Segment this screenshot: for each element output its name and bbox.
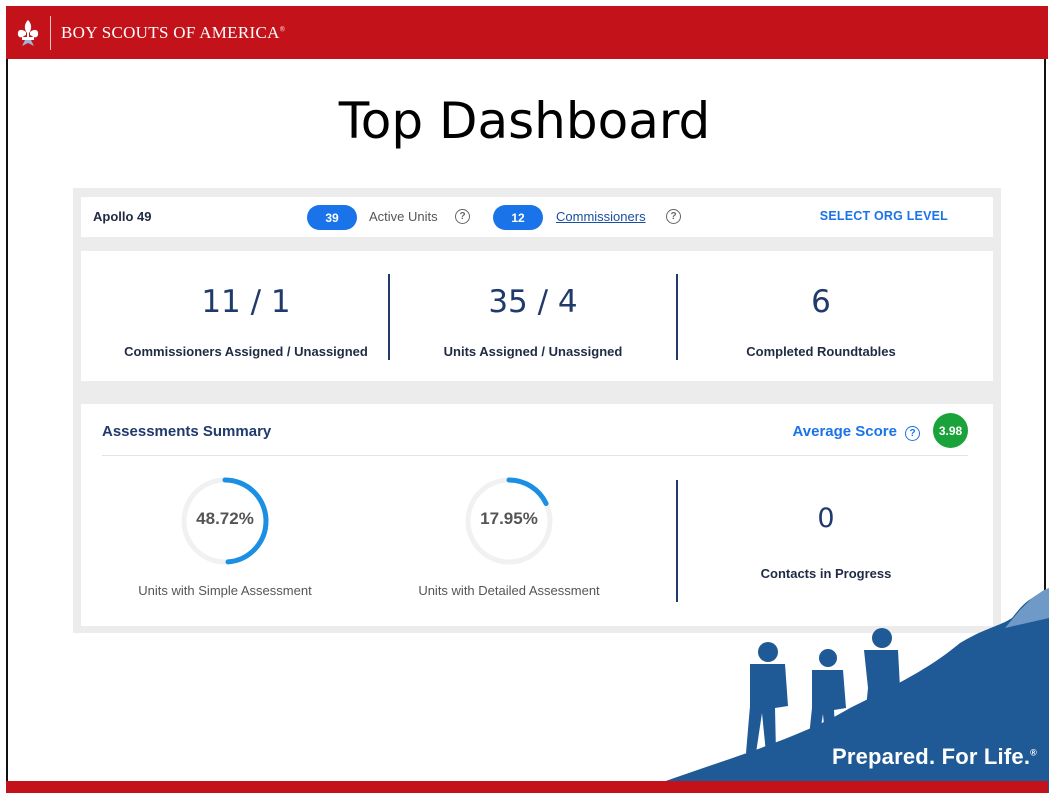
simple-assessment-label: Units with Simple Assessment	[138, 583, 312, 598]
stat-roundtables: 6 Completed Roundtables	[676, 251, 966, 359]
tagline-registered-mark: ®	[1030, 747, 1037, 758]
active-units-count-badge[interactable]: 39	[307, 205, 357, 230]
detailed-assessment-gauge: 17.95%	[464, 476, 554, 566]
dashboard-screenshot: Apollo 49 39 Active Units ? 12 Commissio…	[73, 188, 1001, 633]
brand-registered-mark: ®	[279, 24, 286, 33]
contacts-in-progress-label: Contacts in Progress	[760, 566, 892, 581]
commissioners-link[interactable]: Commissioners	[556, 209, 646, 224]
stat-value: 11 / 1	[201, 284, 291, 320]
active-units-help-icon[interactable]: ?	[455, 209, 470, 224]
brand-name: BOY SCOUTS OF AMERICA®	[61, 23, 285, 43]
stat-label: Commissioners Assigned / Unassigned	[124, 344, 368, 359]
summary-stats-card: 11 / 1 Commissioners Assigned / Unassign…	[81, 251, 993, 381]
assessment-divider	[676, 480, 678, 602]
banner-divider	[50, 15, 51, 50]
simple-assessment-percent: 48.72%	[196, 509, 254, 528]
select-org-level-button[interactable]: SELECT ORG LEVEL	[820, 209, 948, 223]
average-score-badge: 3.98	[933, 413, 968, 448]
tagline-text: Prepared. For Life.	[831, 744, 1031, 769]
stat-commissioners: 11 / 1 Commissioners Assigned / Unassign…	[101, 251, 391, 359]
brand-name-text: BOY SCOUTS OF AMERICA	[61, 22, 280, 42]
contacts-in-progress-value: 0	[817, 503, 835, 534]
stat-value: 6	[811, 284, 831, 320]
commissioners-count-badge[interactable]: 12	[493, 205, 543, 230]
bottom-brand-bar	[6, 781, 1048, 793]
slide-title: Top Dashboard	[338, 92, 711, 150]
assessments-title: Assessments Summary	[102, 423, 272, 440]
stat-label: Units Assigned / Unassigned	[443, 344, 623, 359]
simple-assessment-gauge: 48.72%	[180, 476, 270, 566]
section-divider	[102, 455, 968, 456]
average-score-label[interactable]: Average Score	[792, 423, 897, 440]
fleur-de-lis-icon	[17, 19, 39, 46]
brand-banner: BOY SCOUTS OF AMERICA®	[6, 6, 1048, 59]
stat-value: 35 / 4	[488, 284, 578, 320]
stat-label: Completed Roundtables	[746, 344, 896, 359]
tagline: Prepared. For Life.®	[832, 744, 1037, 770]
org-header-bar: Apollo 49 39 Active Units ? 12 Commissio…	[81, 197, 993, 237]
org-name: Apollo 49	[93, 209, 152, 224]
active-units-label: Active Units	[369, 209, 438, 224]
commissioners-help-icon[interactable]: ?	[666, 209, 681, 224]
average-score-help-icon[interactable]: ?	[905, 426, 920, 441]
detailed-assessment-percent: 17.95%	[480, 509, 538, 528]
bsa-logo	[6, 6, 50, 59]
stat-units: 35 / 4 Units Assigned / Unassigned	[388, 251, 678, 359]
